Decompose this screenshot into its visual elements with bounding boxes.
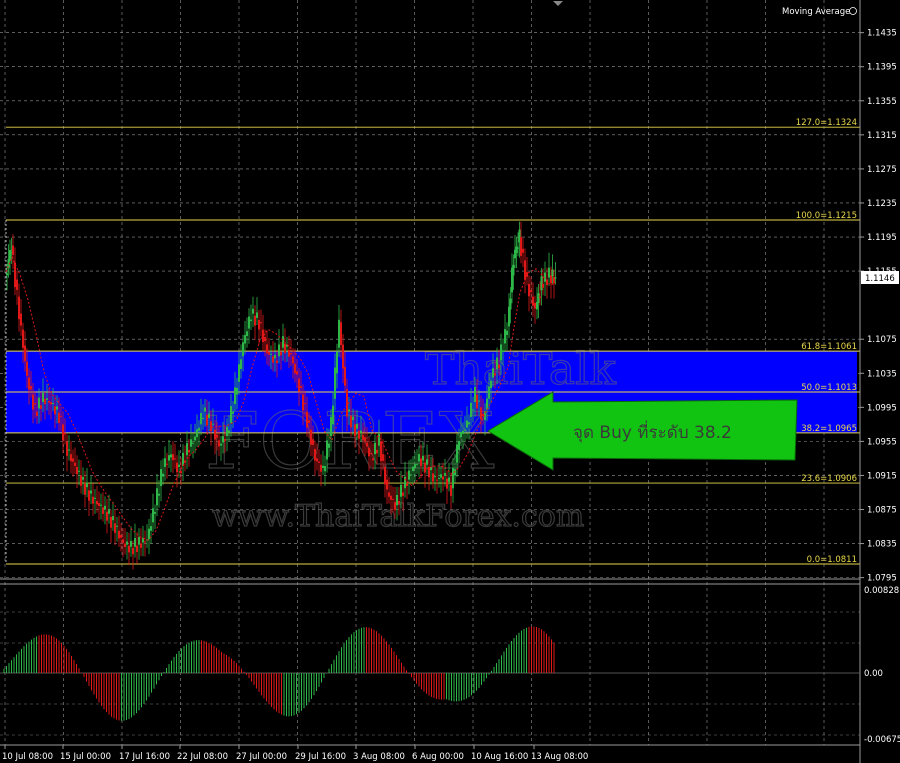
time-tick-5: 29 Jul 16:00 [295,752,346,762]
price-tick-12: 1.0915 [867,471,897,481]
fib-label-5: 38.2=1.0965 [801,424,857,434]
osc-tick-0: 0.008281 [864,586,900,596]
price-tick-11: 1.0955 [867,437,897,447]
buy-note-text: จุด Buy ที่ระดับ 38.2 [573,420,732,443]
price-tick-10: 1.0995 [867,403,897,413]
fib-label-3: 61.8=1.1061 [801,342,857,352]
watermark-url: www.ThaiTalkForex.com [212,499,584,534]
price-tick-6: 1.1195 [867,233,897,243]
fib-label-2: 100.0=1.1215 [796,211,857,221]
price-tick-4: 1.1275 [867,165,897,175]
price-tick-1: 1.1395 [867,63,897,73]
fib-label-1: 127.0=1.1324 [796,118,857,128]
watermark-brand-top: ThaiTalk [425,344,616,395]
current-price-label: 1.1146 [865,274,895,284]
price-tick-5: 1.1235 [867,199,897,209]
price-tick-14: 1.0835 [867,540,897,550]
indicator-title-group: Moving Average [782,7,857,17]
fib-label-7: 0.0=1.0811 [807,555,857,565]
time-tick-9: 13 Aug 08:00 [531,752,588,762]
price-tick-3: 1.1315 [867,131,897,141]
osc-tick-2: -0.00675 [864,735,900,745]
time-tick-0: 10 Jul 08:00 [2,752,53,762]
time-tick-8: 10 Aug 16:00 [471,752,528,762]
price-tick-15: 1.0795 [867,574,897,584]
osc-tick-1: 0.00 [864,669,883,679]
fib-label-4: 50.0=1.1013 [801,383,857,393]
time-tick-1: 15 Jul 00:00 [60,752,111,762]
price-tick-2: 1.1355 [867,97,897,107]
time-tick-2: 17 Jul 16:00 [119,752,170,762]
time-tick-4: 27 Jul 00:00 [236,752,287,762]
time-tick-6: 3 Aug 08:00 [353,752,405,762]
fib-label-6: 23.6=1.0906 [801,474,857,484]
indicator-title: Moving Average [782,7,850,17]
price-tick-8: 1.1075 [867,335,897,345]
price-tick-13: 1.0875 [867,506,897,516]
price-tick-0: 1.1435 [867,29,897,39]
current-price-marker: 1.1146 [861,271,899,284]
price-tick-9: 1.1035 [867,369,897,379]
time-tick-3: 22 Jul 08:00 [177,752,228,762]
time-tick-7: 6 Aug 00:00 [412,752,464,762]
chart-canvas[interactable]: ThaiTalk FOREX www.ThaiTalkForex.com 161… [0,0,900,763]
buy-arrow: จุด Buy ที่ระดับ 38.2 [487,391,798,471]
